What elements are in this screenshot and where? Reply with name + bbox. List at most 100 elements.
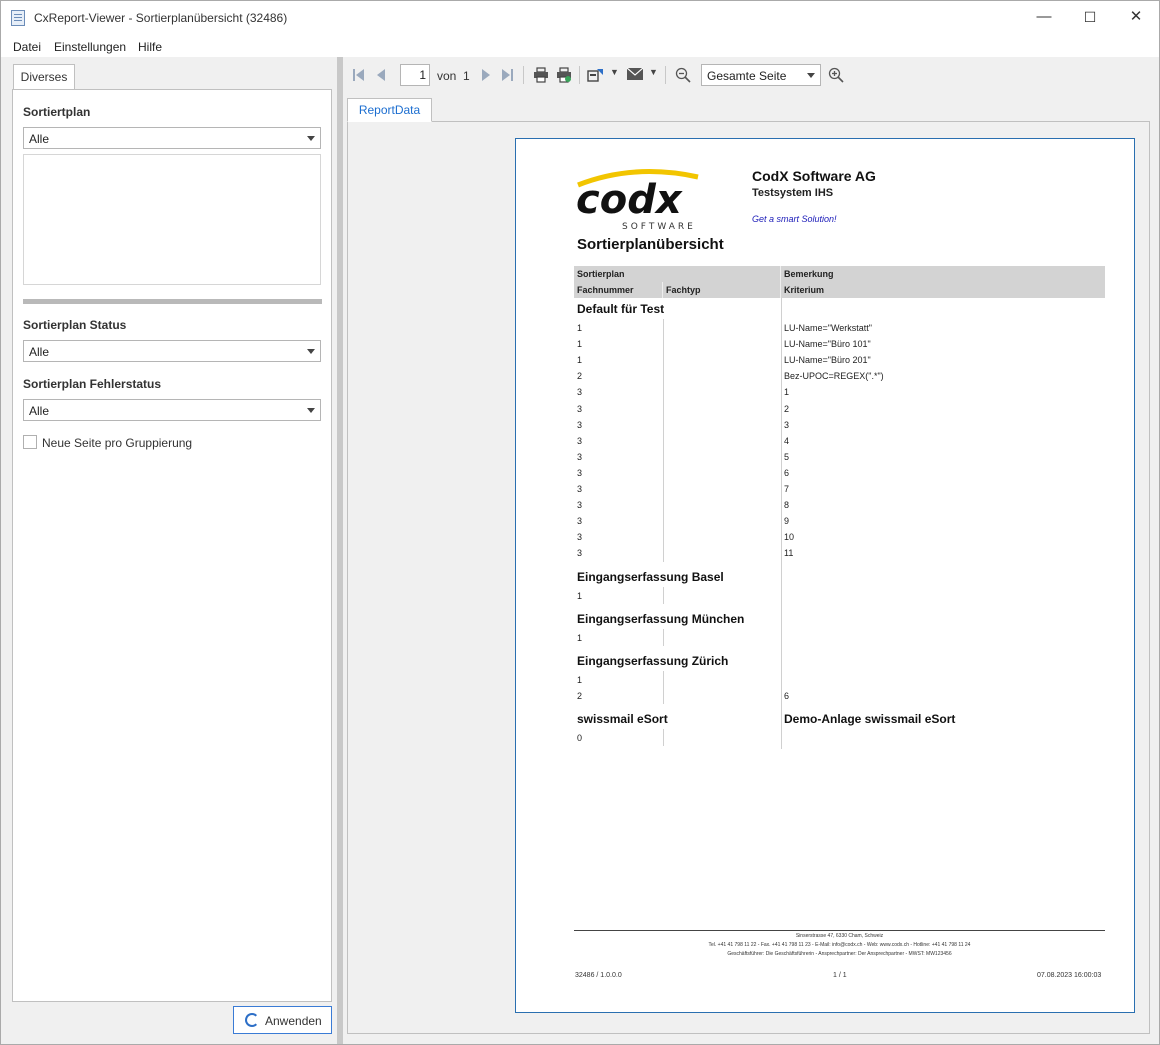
slogan: Get a smart Solution! [752,214,837,224]
logo-subtext: SOFTWARE [622,222,696,231]
maximize-button[interactable]: ☐ [1067,1,1113,35]
cell-kriterium: 4 [784,435,790,446]
toolbar-separator [579,66,580,84]
print-icon[interactable] [533,67,549,83]
menu-bar: Datei Einstellungen Hilfe [1,35,1159,57]
filter-panel: Diverses Sortiertplan Alle Sortierplan S… [1,57,337,1044]
header-bemerkung: Bemerkung [784,269,834,279]
cell-fachnummer: 3 [577,435,583,446]
cell-fachnummer: 3 [577,532,583,543]
neue-seite-label: Neue Seite pro Gruppierung [42,436,193,450]
logo-text: codx [576,177,683,223]
close-button[interactable]: ✕ [1113,1,1159,35]
tab-diverses[interactable]: Diverses [13,64,75,90]
column-divider [663,586,664,604]
print-preview-icon[interactable] [556,67,572,83]
cell-kriterium: LU-Name="Büro 201" [784,355,871,366]
first-page-icon[interactable] [352,68,366,82]
menu-datei[interactable]: Datei [13,40,41,54]
mail-dropdown-icon[interactable]: ▼ [649,67,658,77]
footer-contact: Tel. +41 41 798 11 22 - Fax. +41 41 798 … [708,942,971,948]
window-title: CxReport-Viewer - Sortierplanübersicht (… [34,11,288,25]
cell-kriterium: 3 [784,419,790,430]
cell-kriterium: 7 [784,484,790,494]
title-bar: CxReport-Viewer - Sortierplanübersicht (… [1,1,1159,35]
cell-fachnummer: 3 [577,403,583,414]
cell-kriterium: LU-Name="Werkstatt" [784,323,872,333]
mail-icon[interactable] [627,68,643,80]
viewer-toolbar: 1 von 1 ▼ ▼ Gesamte Seite [343,57,1159,93]
cell-fachnummer: 1 [577,339,583,350]
apply-button[interactable]: Anwenden [233,1006,332,1034]
zoom-combo[interactable]: Gesamte Seite [701,64,821,86]
status-value: Alle [29,345,50,359]
chevron-down-icon [307,349,315,354]
refresh-icon [245,1013,259,1027]
sortierplan-list[interactable] [23,154,321,285]
cell-fachnummer: 1 [577,632,583,643]
cell-fachnummer: 3 [577,467,583,478]
fehlerstatus-value: Alle [29,404,50,418]
group-title: Eingangserfassung Basel [577,569,724,584]
cell-fachnummer: 3 [577,548,583,559]
header-divider [662,282,663,298]
zoom-out-icon[interactable] [675,67,691,83]
column-divider [663,319,664,562]
toolbar-separator [665,66,666,84]
next-page-icon[interactable] [479,68,493,82]
cell-fachnummer: 2 [577,690,583,701]
footer-timestamp: 07.08.2023 16:00:03 [1037,972,1102,979]
neue-seite-checkbox[interactable] [23,435,37,449]
group-remark: Demo-Anlage swissmail eSort [784,711,956,726]
chevron-down-icon [307,408,315,413]
cell-kriterium: 5 [784,451,790,462]
column-divider [781,298,782,749]
export-icon[interactable] [587,67,605,83]
footer-management: Geschäftsführer: Die Geschäftsführerin -… [727,951,952,957]
cell-kriterium: 11 [784,548,794,559]
cell-fachnummer: 1 [577,590,583,601]
sortierplan-combo[interactable]: Alle [23,127,321,149]
cell-fachnummer: 0 [577,732,583,743]
cell-kriterium: 2 [784,403,790,414]
zoom-value: Gesamte Seite [707,69,787,83]
fehlerstatus-combo[interactable]: Alle [23,399,321,421]
footer-report-id: 32486 / 1.0.0.0 [575,972,622,979]
report-title: Sortierplanübersicht [577,236,724,253]
report-canvas[interactable]: codx SOFTWARE CodX Software AG Testsyste… [347,121,1150,1034]
cell-fachnummer: 1 [577,323,583,333]
tab-reportdata[interactable]: ReportData [347,98,432,122]
menu-hilfe[interactable]: Hilfe [138,40,162,54]
system-name: Testsystem IHS [752,187,834,199]
column-divider [663,628,664,646]
filter-tab-body: Sortiertplan Alle Sortierplan Status All… [12,89,332,1002]
cell-fachnummer: 1 [577,355,583,366]
cell-fachnummer: 3 [577,419,583,430]
last-page-icon[interactable] [500,68,514,82]
zoom-in-icon[interactable] [828,67,844,83]
group-title: Eingangserfassung München [577,611,745,626]
header-divider [780,266,781,298]
sortierplan-value: Alle [29,132,50,146]
splitter-handle[interactable] [23,299,322,304]
group-title: Eingangserfassung Zürich [577,653,729,668]
status-combo[interactable]: Alle [23,340,321,362]
header-kriterium: Kriterium [784,285,825,295]
header-fachnummer: Fachnummer [577,285,634,295]
export-dropdown-icon[interactable]: ▼ [610,67,619,77]
cell-fachnummer: 3 [577,516,583,527]
previous-page-icon[interactable] [374,68,388,82]
app-icon [11,10,25,26]
page-number-input[interactable]: 1 [400,64,430,86]
minimize-button[interactable]: — [1021,1,1067,35]
codx-logo: codx SOFTWARE [576,169,699,231]
column-divider [663,670,664,704]
cell-kriterium: 6 [784,690,790,701]
table-header: Sortierplan Bemerkung Fachnummer Fachtyp… [574,266,1105,298]
cell-kriterium: 9 [784,516,790,527]
footer-page: 1 / 1 [833,972,847,979]
cell-fachnummer: 3 [577,451,583,462]
menu-einstellungen[interactable]: Einstellungen [54,40,126,54]
report-page: codx SOFTWARE CodX Software AG Testsyste… [515,138,1135,1013]
sortierplan-label: Sortiertplan [23,105,91,119]
